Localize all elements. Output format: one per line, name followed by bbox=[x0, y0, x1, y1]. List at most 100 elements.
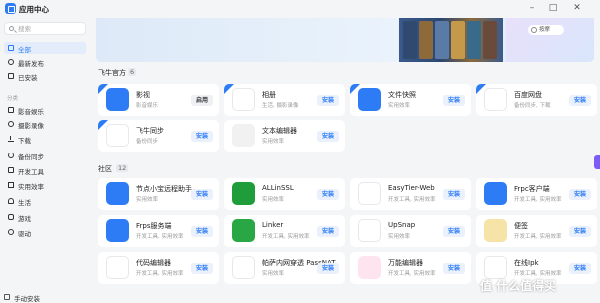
poster-image bbox=[483, 21, 497, 59]
install-button[interactable]: 安装 bbox=[317, 226, 339, 237]
banner-background bbox=[96, 18, 396, 62]
app-name: 文本编辑器 bbox=[262, 127, 297, 135]
sidebar-item-label: 最新发布 bbox=[18, 60, 44, 68]
app-name: 飞牛同步 bbox=[136, 127, 164, 135]
frps-icon bbox=[106, 219, 129, 242]
app-category: 开发工具, 实用效率 bbox=[262, 234, 310, 240]
install-button[interactable]: 安装 bbox=[569, 95, 591, 106]
star-icon bbox=[8, 59, 14, 65]
sidebar-item-life[interactable]: 生活 bbox=[4, 195, 86, 207]
app-card[interactable]: 文件快照实用效率 安装 bbox=[350, 84, 471, 116]
floating-assistant-button[interactable] bbox=[594, 155, 600, 169]
install-button[interactable]: 安装 bbox=[317, 189, 339, 200]
install-button[interactable]: 安装 bbox=[191, 131, 213, 142]
ipk-icon bbox=[484, 256, 507, 279]
app-card[interactable]: 飞牛同步 备份同步 安装 bbox=[98, 120, 219, 152]
official-corner-badge bbox=[350, 84, 360, 94]
app-card[interactable]: 百度网盘备份同步, 下载 安装 bbox=[476, 84, 597, 116]
app-name: 百度网盘 bbox=[514, 91, 542, 99]
app-card[interactable]: ALLinSSL 实用效率 安装 bbox=[224, 178, 345, 210]
app-card[interactable]: Linker 开发工具, 实用效率 安装 bbox=[224, 215, 345, 247]
install-button[interactable]: 安装 bbox=[443, 263, 465, 274]
search-box[interactable] bbox=[4, 22, 86, 35]
app-name: 代码编辑器 bbox=[136, 259, 171, 267]
driver-icon bbox=[8, 229, 14, 235]
sidebar-item-download[interactable]: 下载 bbox=[4, 133, 86, 145]
poster-image bbox=[467, 21, 481, 59]
grid-icon bbox=[8, 45, 14, 51]
app-category: 开发工具, 实用效率 bbox=[514, 234, 562, 240]
manual-install-icon bbox=[4, 294, 10, 300]
sidebar-item-backup[interactable]: 备份同步 bbox=[4, 149, 86, 161]
poster-image bbox=[451, 21, 465, 59]
sidebar-item-label: 游戏 bbox=[18, 215, 31, 223]
app-category: 备份同步, 下载 bbox=[514, 103, 551, 109]
sidebar-item-latest[interactable]: 最新发布 bbox=[4, 56, 86, 68]
app-card[interactable]: UpSnap 实用效率 安装 bbox=[350, 215, 471, 247]
app-card[interactable]: 代码编辑器 开发工具, 实用效率 安装 bbox=[98, 252, 219, 284]
category-heading: 分类 bbox=[7, 96, 19, 102]
camera-icon bbox=[8, 121, 14, 127]
app-card[interactable]: 相册 生活, 摄影录像 安装 bbox=[224, 84, 345, 116]
install-button[interactable]: 安装 bbox=[191, 189, 213, 200]
app-category: 生活, 摄影录像 bbox=[262, 103, 299, 109]
app-name: 文件快照 bbox=[388, 91, 416, 99]
app-card[interactable]: Frps服务端 开发工具, 实用效率 安装 bbox=[98, 215, 219, 247]
sidebar-item-label: 影音娱乐 bbox=[18, 108, 44, 116]
sidebar-item-media[interactable]: 影音娱乐 bbox=[4, 104, 86, 116]
install-button[interactable]: 安装 bbox=[317, 263, 339, 274]
banner-search-pill: 按摩 bbox=[528, 25, 564, 35]
install-button[interactable]: 安装 bbox=[317, 131, 339, 142]
sidebar-item-installed[interactable]: 已安装 bbox=[4, 70, 86, 82]
app-card[interactable]: EasyTier-Web 开发工具, 实用效率 安装 bbox=[350, 178, 471, 210]
app-name: Frpc客户端 bbox=[514, 185, 550, 193]
official-corner-badge bbox=[98, 84, 108, 94]
sidebar-item-photo[interactable]: 摄影录像 bbox=[4, 118, 86, 130]
sidebar-item-games[interactable]: 游戏 bbox=[4, 211, 86, 223]
video-play-icon bbox=[106, 88, 129, 111]
upsnap-icon bbox=[358, 219, 381, 242]
app-card[interactable]: 节点小宝远程助手 实用效率 安装 bbox=[98, 178, 219, 210]
app-category: 实用效率 bbox=[388, 103, 411, 109]
open-button[interactable]: 启用 bbox=[191, 95, 213, 106]
maximize-icon[interactable]: □ bbox=[547, 2, 559, 14]
app-card[interactable]: 万能编辑器 开发工具, 实用效率 安装 bbox=[350, 252, 471, 284]
file-snapshot-icon bbox=[358, 88, 381, 111]
app-card[interactable]: 文本编辑器 实用效率 安装 bbox=[224, 120, 345, 152]
sidebar-item-all[interactable]: 全部 bbox=[4, 42, 86, 54]
install-button[interactable]: 安装 bbox=[569, 263, 591, 274]
easytier-icon bbox=[358, 182, 381, 205]
poster-image bbox=[403, 21, 417, 59]
main-content: 按摩 飞牛官方 6 影视 影音娱乐 启用 相册 生活, 摄影录像 安装 文件快照 实用效率 安装… bbox=[90, 18, 600, 303]
sidebar-item-productivity[interactable]: 实用效率 bbox=[4, 179, 86, 191]
title-bar: 应用中心 – □ ✕ bbox=[0, 0, 600, 18]
install-button[interactable]: 安装 bbox=[443, 95, 465, 106]
sidebar-item-devtools[interactable]: 开发工具 bbox=[4, 164, 86, 176]
banner-posters-image bbox=[399, 18, 503, 62]
app-category: 实用效率 bbox=[262, 271, 285, 277]
install-button[interactable]: 安装 bbox=[443, 189, 465, 200]
app-card[interactable]: 帕萨内网穿透 PassNAT 实用效率 安装 bbox=[224, 252, 345, 284]
sync-icon bbox=[8, 152, 14, 158]
promo-banner[interactable]: 按摩 bbox=[96, 18, 594, 62]
app-category: 开发工具, 实用效率 bbox=[136, 234, 184, 240]
app-card[interactable]: Frpc客户端 开发工具, 实用效率 安装 bbox=[476, 178, 597, 210]
install-button[interactable]: 安装 bbox=[569, 189, 591, 200]
toolbox-icon bbox=[8, 182, 14, 188]
install-button[interactable]: 安装 bbox=[443, 226, 465, 237]
app-card[interactable]: 便签 开发工具, 实用效率 安装 bbox=[476, 215, 597, 247]
official-corner-badge bbox=[476, 84, 486, 94]
node-helper-icon bbox=[106, 182, 129, 205]
close-icon[interactable]: ✕ bbox=[571, 2, 583, 14]
sidebar-item-drivers[interactable]: 驱动 bbox=[4, 226, 86, 238]
minimize-icon[interactable]: – bbox=[526, 2, 538, 14]
install-button[interactable]: 安装 bbox=[317, 95, 339, 106]
app-category: 影音娱乐 bbox=[136, 103, 159, 109]
notes-icon bbox=[484, 219, 507, 242]
install-button[interactable]: 安装 bbox=[191, 226, 213, 237]
install-button[interactable]: 安装 bbox=[191, 263, 213, 274]
search-input[interactable] bbox=[18, 24, 84, 34]
app-card[interactable]: 影视 影音娱乐 启用 bbox=[98, 84, 219, 116]
install-button[interactable]: 安装 bbox=[569, 226, 591, 237]
app-name: EasyTier-Web bbox=[388, 184, 435, 192]
